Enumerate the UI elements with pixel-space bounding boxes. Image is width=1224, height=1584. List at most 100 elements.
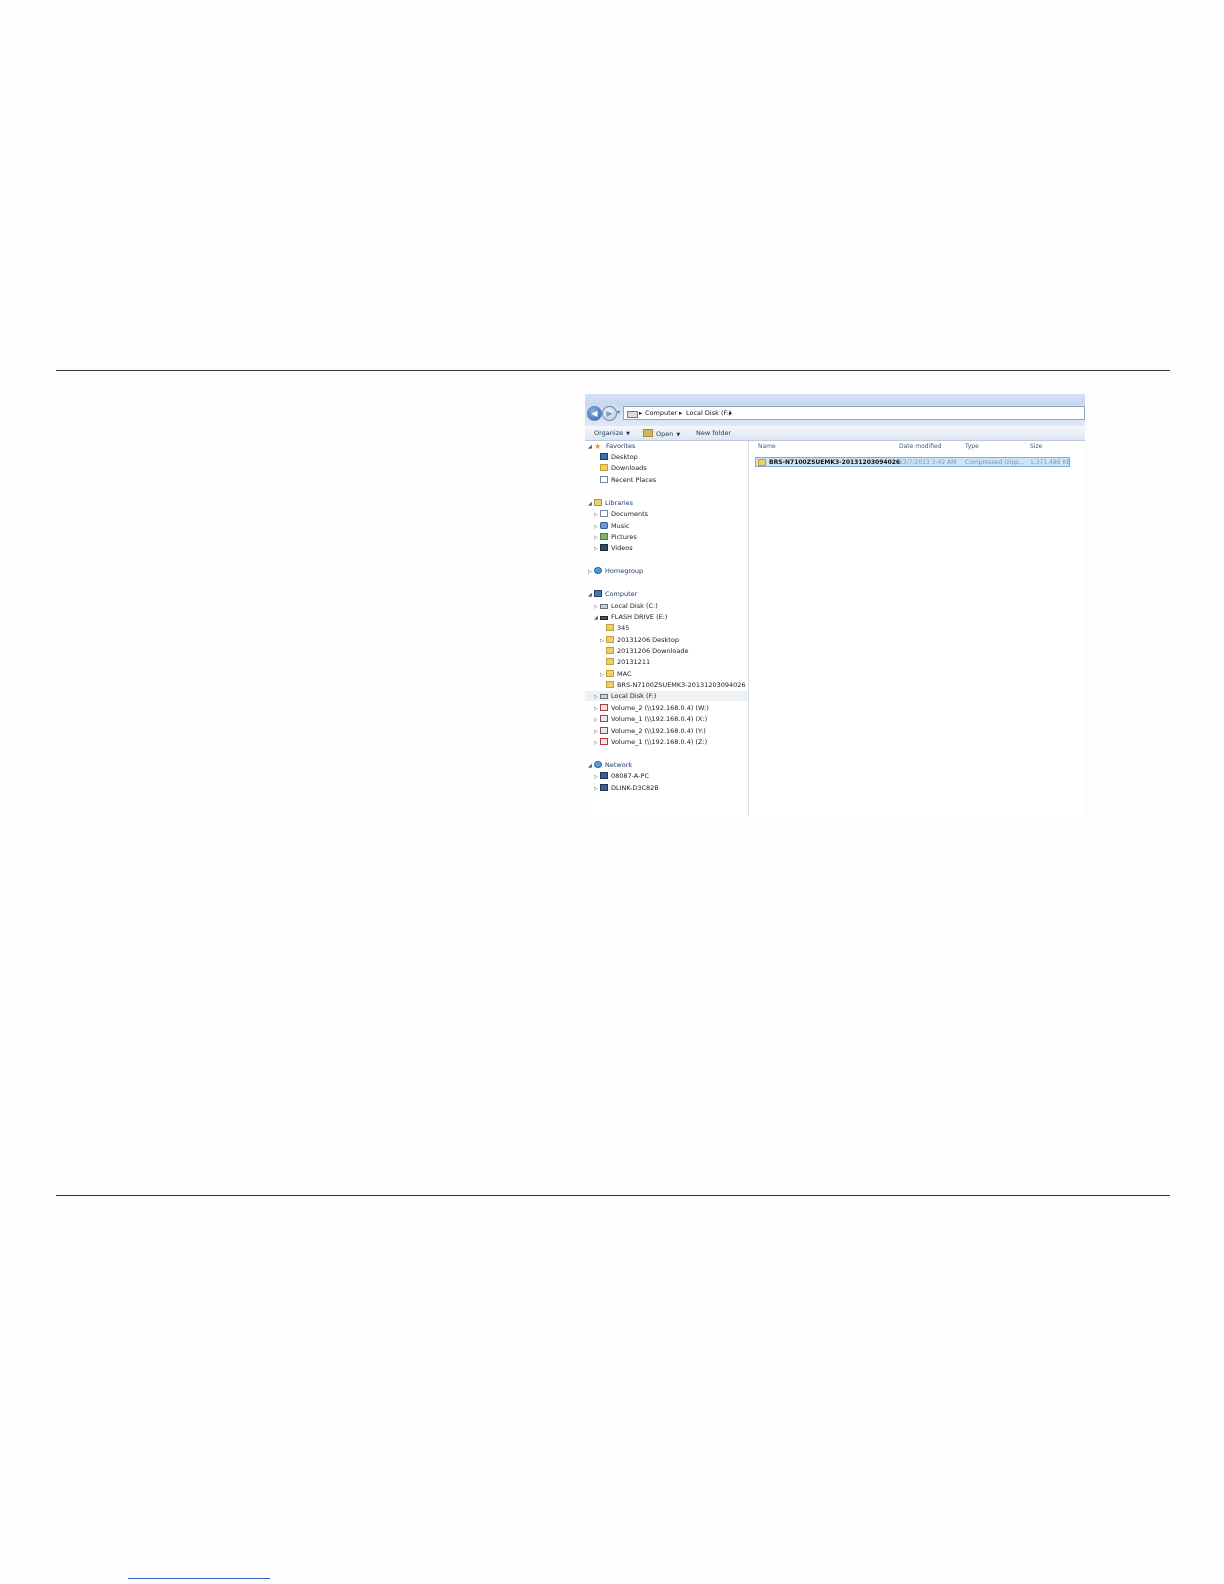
- nav-network-label: Network: [605, 761, 633, 769]
- nav-item-label: Videos: [611, 544, 633, 552]
- nav-item-local-disk-f[interactable]: ▷ Local Disk (F:): [585, 691, 748, 701]
- open-button[interactable]: Open ▼: [643, 429, 680, 438]
- nav-item-label: MAC: [617, 670, 632, 678]
- nav-item-label: Volume_1 (\\192.168.0.4) (Z:): [611, 738, 708, 746]
- disconnected-network-drive-icon: [600, 715, 608, 722]
- documents-icon: [600, 510, 608, 517]
- nav-favorites[interactable]: ◢ ★ Favorites: [588, 441, 635, 451]
- open-label: Open: [656, 430, 674, 438]
- nav-libraries-label: Libraries: [605, 499, 634, 507]
- address-bar-area: ◀ ▶ ▾ ▸ Computer ▸ Local Disk (F:) ▸: [585, 394, 1085, 426]
- nav-favorites-label: Favorites: [606, 442, 636, 450]
- star-icon: ★: [594, 442, 602, 451]
- back-arrow-icon: ◀: [591, 409, 598, 418]
- nav-item-downloads[interactable]: Downloads: [600, 463, 647, 473]
- nav-item-label: 345: [617, 624, 630, 632]
- file-date-modified: 12/7/2013 3:42 AM: [899, 459, 957, 466]
- footnote-link-underline[interactable]: [128, 1578, 270, 1579]
- column-header-name[interactable]: Name: [758, 443, 776, 450]
- forward-button[interactable]: ▶: [602, 406, 617, 421]
- computer-icon: [600, 784, 608, 791]
- nav-item-volume-w[interactable]: ▷ Volume_2 (\\192.168.0.4) (W:): [594, 703, 709, 713]
- nav-item-folder-desktop[interactable]: ▷ 20131206 Desktop: [600, 635, 679, 645]
- nav-item-label: DLINK-D3C82B: [611, 784, 659, 792]
- chevron-down-icon: ▼: [676, 432, 681, 438]
- open-folder-icon: [643, 429, 653, 437]
- nav-computer[interactable]: ◢ Computer: [588, 589, 637, 599]
- nav-item-local-disk-c[interactable]: ▷ Local Disk (C:): [594, 601, 658, 611]
- nav-item-label: Volume_1 (\\192.168.0.4) (X:): [611, 715, 708, 723]
- new-folder-button[interactable]: New folder: [696, 429, 731, 437]
- nav-item-folder-downloads[interactable]: 20131206 Downloade: [606, 646, 688, 656]
- column-header-size[interactable]: Size: [1030, 443, 1042, 450]
- nav-item-label: 08087-A-PC: [611, 772, 649, 780]
- nav-item-label: 20131211: [617, 658, 651, 666]
- nav-item-pc-08087[interactable]: ▷ 08087-A-PC: [594, 771, 649, 781]
- command-toolbar: Organize ▼ Open ▼ New folder: [585, 426, 1085, 441]
- breadcrumb-separator-icon[interactable]: ▸: [729, 409, 732, 417]
- nav-item-folder-20131211[interactable]: 20131211: [606, 657, 650, 667]
- nav-item-label: Volume_2 (\\192.168.0.4) (W:): [611, 704, 709, 712]
- nav-item-documents[interactable]: ▷ Documents: [594, 509, 648, 519]
- nav-item-label: Volume_2 (\\192.168.0.4) (Y:): [611, 727, 706, 735]
- nav-homegroup[interactable]: ▷ Homegroup: [588, 566, 643, 576]
- organize-button[interactable]: Organize ▼: [594, 429, 630, 437]
- file-type: Compressed (zipp...: [965, 459, 1025, 466]
- nav-item-folder-345[interactable]: 345: [606, 623, 629, 633]
- computer-icon: [594, 590, 602, 597]
- nav-network[interactable]: ◢ Network: [588, 760, 632, 770]
- downloads-folder-icon: [600, 464, 608, 471]
- back-button[interactable]: ◀: [587, 406, 602, 421]
- chevron-down-icon: ▼: [626, 431, 630, 437]
- file-size: 1,371,486 KB: [1030, 459, 1071, 466]
- collapse-arrow-icon[interactable]: ▷: [588, 567, 594, 577]
- nav-item-folder-mac[interactable]: ▷ MAC: [600, 669, 631, 679]
- organize-label: Organize: [594, 429, 624, 437]
- nav-item-label: Local Disk (C:): [611, 602, 658, 610]
- computer-drive-icon: [627, 411, 638, 418]
- flash-drive-icon: [600, 616, 608, 620]
- file-list-pane: Name Date modified Type Size BRS-N7100ZS…: [749, 441, 1085, 816]
- expand-arrow-icon[interactable]: ◢: [588, 761, 594, 771]
- nav-item-label: Desktop: [611, 453, 638, 461]
- nav-item-music[interactable]: ▷ Music: [594, 521, 630, 531]
- breadcrumb-separator-icon[interactable]: ▸: [639, 409, 642, 417]
- local-disk-icon: [600, 604, 608, 609]
- videos-icon: [600, 544, 608, 551]
- nav-item-videos[interactable]: ▷ Videos: [594, 543, 633, 553]
- nav-item-dlink[interactable]: ▷ DLINK-D3C82B: [594, 783, 659, 793]
- forward-arrow-icon: ▶: [606, 409, 613, 418]
- nav-item-recent-places[interactable]: Recent Places: [600, 475, 656, 485]
- nav-item-label: FLASH DRIVE (E:): [611, 613, 668, 621]
- nav-item-label: 20131206 Desktop: [617, 636, 679, 644]
- nav-item-label: BRS-N7100ZSUEMK3-20131203094026: [617, 681, 746, 689]
- file-row[interactable]: BRS-N7100ZSUEMK3-20131203094026 12/7/201…: [755, 457, 1071, 467]
- nav-item-label: Music: [611, 522, 630, 530]
- nav-item-volume-y[interactable]: ▷ Volume_2 (\\192.168.0.4) (Y:): [594, 726, 706, 736]
- breadcrumb-separator-icon[interactable]: ▸: [679, 409, 682, 417]
- nav-computer-label: Computer: [605, 590, 638, 598]
- folder-icon: [606, 647, 614, 654]
- nav-libraries[interactable]: ◢ Libraries: [588, 498, 633, 508]
- libraries-icon: [594, 499, 602, 506]
- nav-item-label: Pictures: [611, 533, 637, 541]
- nav-item-volume-x[interactable]: ▷ Volume_1 (\\192.168.0.4) (X:): [594, 714, 707, 724]
- column-header-label: Name: [758, 443, 776, 450]
- top-horizontal-rule: [56, 370, 1170, 371]
- folder-icon: [606, 658, 614, 665]
- column-header-type[interactable]: Type: [965, 443, 979, 450]
- nav-item-desktop[interactable]: Desktop: [600, 452, 638, 462]
- nav-item-volume-z[interactable]: ▷ Volume_1 (\\192.168.0.4) (Z:): [594, 737, 707, 747]
- column-header-date-modified[interactable]: Date modified: [899, 443, 942, 450]
- recent-pages-dropdown-icon[interactable]: ▾: [617, 409, 620, 416]
- nav-item-flash-drive[interactable]: ◢ FLASH DRIVE (E:): [594, 612, 667, 622]
- breadcrumb-computer[interactable]: Computer: [645, 409, 677, 417]
- breadcrumb-local-disk-f[interactable]: Local Disk (F:): [686, 409, 731, 417]
- explorer-window: ◀ ▶ ▾ ▸ Computer ▸ Local Disk (F:) ▸ Org…: [585, 394, 1085, 816]
- nav-item-pictures[interactable]: ▷ Pictures: [594, 532, 637, 542]
- address-box[interactable]: ▸ Computer ▸ Local Disk (F:) ▸: [623, 406, 1085, 420]
- nav-item-folder-brs[interactable]: BRS-N7100ZSUEMK3-20131203094026: [606, 680, 746, 690]
- folder-icon: [606, 681, 614, 688]
- network-icon: [594, 761, 602, 768]
- disconnected-network-drive-icon: [600, 727, 608, 734]
